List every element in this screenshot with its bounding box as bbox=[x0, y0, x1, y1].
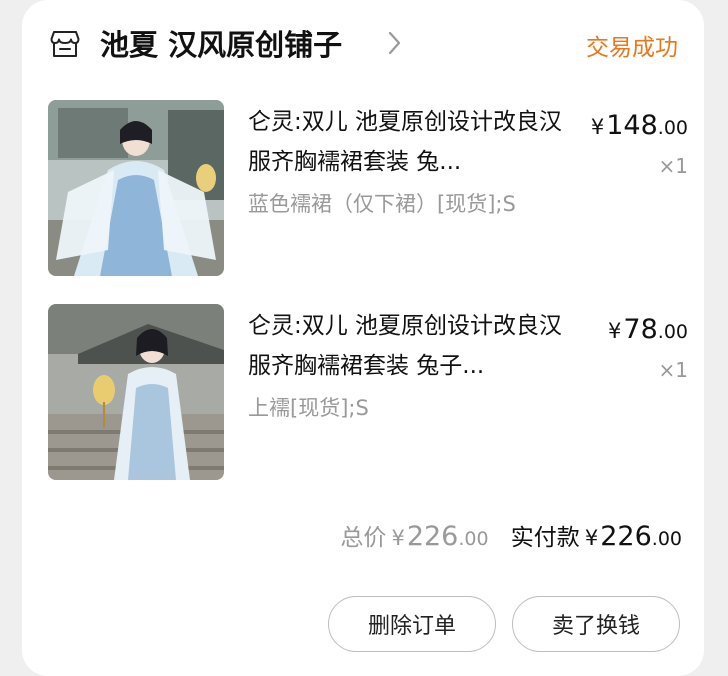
product-quantity: ×1 bbox=[658, 154, 688, 178]
product-title[interactable]: 仑灵:双儿 池夏原创设计改良汉服齐胸襦裙套装 兔子... bbox=[248, 306, 566, 386]
shop-icon[interactable] bbox=[50, 30, 80, 58]
paid-label: 实付款 bbox=[510, 525, 580, 551]
paid-price-decimal: .00 bbox=[651, 528, 682, 550]
order-item[interactable]: 仑灵:双儿 池夏原创设计改良汉服齐胸襦裙套装 兔子... 上襦[现货];S ¥7… bbox=[48, 304, 688, 480]
total-price-integer: 226 bbox=[406, 521, 459, 552]
order-status: 交易成功 bbox=[586, 35, 678, 61]
sell-for-cash-button[interactable]: 卖了换钱 bbox=[512, 596, 680, 652]
order-item[interactable]: 仑灵:双儿 池夏原创设计改良汉服齐胸襦裙套装 兔... 蓝色襦裙（仅下裙）[现货… bbox=[48, 100, 688, 276]
product-title[interactable]: 仑灵:双儿 池夏原创设计改良汉服齐胸襦裙套装 兔... bbox=[248, 102, 566, 182]
delete-order-button[interactable]: 删除订单 bbox=[328, 596, 496, 652]
currency-symbol: ¥ bbox=[590, 115, 605, 139]
currency-symbol: ¥ bbox=[608, 319, 622, 343]
shop-name[interactable]: 池夏 汉风原创铺子 bbox=[100, 22, 342, 64]
order-totals: 总价 ¥226.00 实付款 ¥226.00 bbox=[340, 518, 682, 552]
chevron-right-icon[interactable] bbox=[386, 30, 404, 56]
product-price: ¥148.00 bbox=[591, 110, 688, 141]
total-price-decimal: .00 bbox=[458, 528, 489, 550]
price-decimal: .00 bbox=[657, 321, 688, 343]
product-price: ¥78.00 bbox=[608, 314, 688, 345]
product-thumbnail[interactable] bbox=[48, 100, 224, 276]
paid-currency-symbol: ¥ bbox=[584, 526, 599, 550]
product-thumbnail[interactable] bbox=[48, 304, 224, 480]
price-decimal: .00 bbox=[657, 117, 688, 139]
total-label: 总价 bbox=[340, 525, 387, 551]
order-card: 池夏 汉风原创铺子 交易成功 仑灵:双儿 池夏原创设计改良汉服齐胸襦裙套装 兔.… bbox=[22, 0, 704, 676]
paid-price-integer: 226 bbox=[600, 521, 652, 552]
product-sku: 上襦[现货];S bbox=[248, 396, 369, 420]
product-sku: 蓝色襦裙（仅下裙）[现货];S bbox=[248, 192, 516, 216]
product-quantity: ×1 bbox=[658, 358, 688, 382]
price-integer: 78 bbox=[623, 314, 658, 345]
total-currency-symbol: ¥ bbox=[391, 526, 405, 550]
order-header: 池夏 汉风原创铺子 交易成功 bbox=[22, 0, 704, 88]
order-actions: 删除订单 卖了换钱 bbox=[328, 596, 680, 656]
price-integer: 148 bbox=[606, 110, 658, 141]
